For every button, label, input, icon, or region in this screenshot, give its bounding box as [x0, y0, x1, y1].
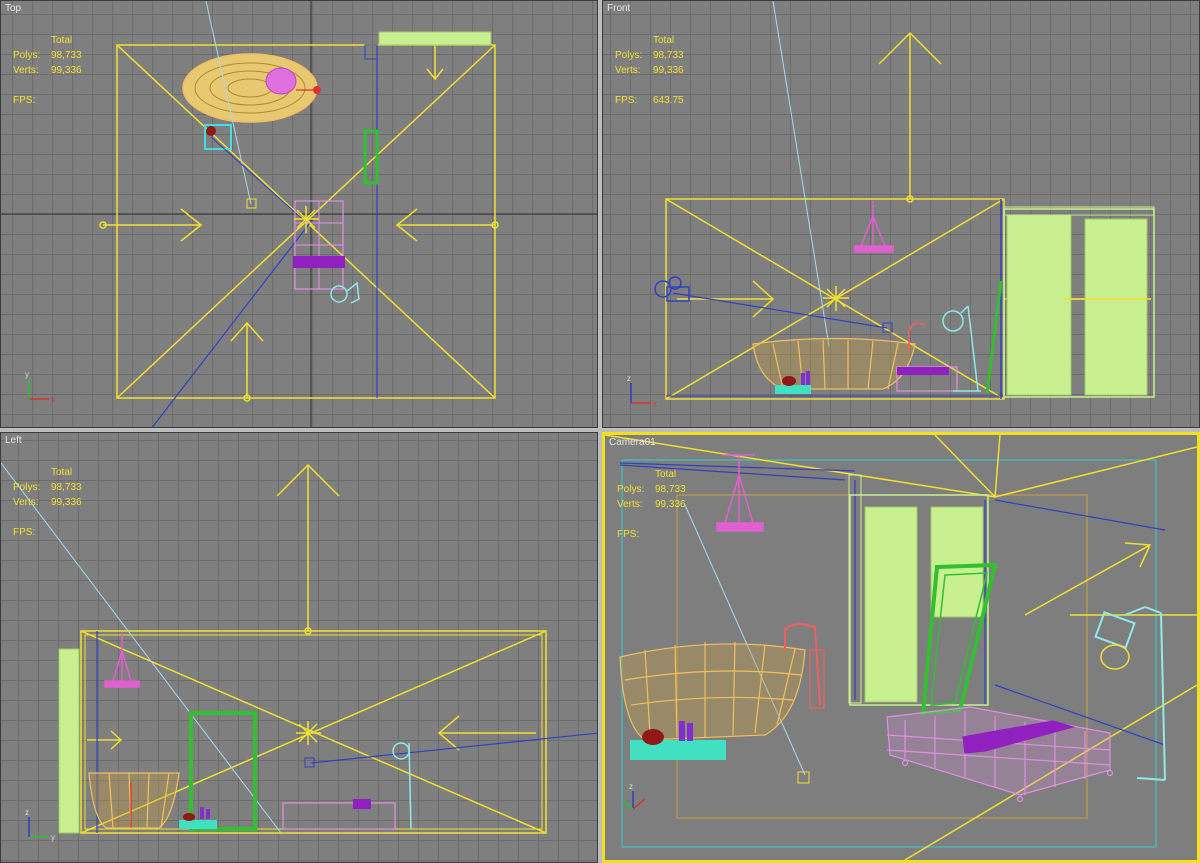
axis-y-label: y [25, 370, 29, 379]
scene-camera[interactable]: z [605, 435, 1197, 860]
stats-overlay-front: Total Polys: 98,733 Verts: 99,336 FPS: 643.… [615, 33, 684, 108]
axis-z-label: z [25, 808, 29, 817]
stats-fps-value: 643.75 [653, 95, 684, 106]
axis-z-label: z [627, 374, 631, 383]
floor-lamp-object[interactable] [942, 305, 981, 392]
viewport-label-left[interactable]: Left [5, 435, 22, 446]
axis-tripod-left: y z [25, 808, 55, 842]
stats-polys-label: Polys: [615, 50, 643, 61]
mirror-object[interactable] [985, 280, 1003, 394]
floor-lamp-object[interactable] [392, 742, 412, 830]
scene-front[interactable]: x z [603, 1, 1200, 428]
stats-fps-label: FPS: [13, 95, 36, 106]
stats-polys-label: Polys: [617, 484, 645, 495]
stats-verts-label: Verts: [13, 497, 39, 508]
viewport-layout: Top Total Polys: 98,733 Verts: 99,336 FPS: [0, 0, 1200, 863]
hanging-lamp-object[interactable] [104, 633, 140, 688]
scene-top[interactable]: x y [1, 1, 598, 428]
stats-polys-value: 98,733 [51, 482, 82, 493]
curtain-object[interactable] [378, 31, 492, 46]
stats-overlay-camera: Total Polys: 98,733 Verts: 99,336 FPS: [617, 467, 686, 542]
bathtub-object[interactable] [88, 772, 180, 829]
viewport-top[interactable]: Top Total Polys: 98,733 Verts: 99,336 FPS: [0, 0, 598, 428]
curtain-object[interactable] [1003, 206, 1155, 398]
stats-polys-label: Polys: [13, 482, 41, 493]
bathtub-object[interactable] [182, 53, 318, 123]
stats-polys-value: 98,733 [51, 50, 82, 61]
accessory-cluster-object[interactable] [179, 807, 217, 829]
axis-x-label: x [51, 395, 55, 404]
viewport-left[interactable]: Left Total Polys: 98,733 Verts: 99,336 FPS… [0, 432, 598, 863]
stats-fps-label: FPS: [615, 95, 638, 106]
stats-verts-label: Verts: [13, 65, 39, 76]
window-frame-object[interactable] [364, 44, 378, 60]
stats-polys-value: 98,733 [653, 50, 684, 61]
axis-z-label: z [629, 782, 633, 791]
viewport-front[interactable]: Front Total Polys: 98,733 Verts: 99,336 FP… [602, 0, 1200, 428]
scene-left[interactable]: y z [1, 433, 598, 863]
stats-total-label: Total [655, 469, 677, 480]
axis-tripod-front: x z [627, 374, 657, 408]
stats-polys-label: Polys: [13, 50, 41, 61]
axis-y-label: y [51, 833, 55, 842]
axis-x-label: x [653, 399, 657, 408]
viewport-label-front[interactable]: Front [607, 3, 630, 14]
rug-object[interactable] [886, 706, 1114, 803]
axis-tripod-camera: z [622, 782, 646, 810]
stats-fps-label: FPS: [13, 527, 36, 538]
curtain-object[interactable] [58, 648, 80, 834]
viewport-camera[interactable]: Camera01 Total Polys: 98,733 Verts: 99,336… [602, 432, 1200, 863]
viewport-label-camera[interactable]: Camera01 [609, 437, 656, 448]
axis-tripod-top: x y [25, 370, 55, 404]
viewport-label-top[interactable]: Top [5, 3, 21, 14]
stats-verts-label: Verts: [617, 499, 643, 510]
camera-target-object[interactable] [797, 771, 810, 784]
stats-total-label: Total [51, 467, 73, 478]
rug-object[interactable] [282, 802, 396, 830]
hanging-lamp-object[interactable] [854, 201, 894, 253]
bathtub-object[interactable] [752, 337, 916, 390]
camera-target-line [772, 1, 830, 347]
stats-verts-value: 99,336 [51, 65, 82, 76]
stats-overlay-left: Total Polys: 98,733 Verts: 99,336 FPS: [13, 465, 82, 540]
camera-line [310, 732, 597, 764]
stats-total-label: Total [653, 35, 675, 46]
camera-object[interactable] [654, 276, 690, 302]
camera-line [151, 218, 314, 427]
stats-fps-label: FPS: [617, 529, 640, 540]
stats-verts-value: 99,336 [653, 65, 684, 76]
stats-overlay-top: Total Polys: 98,733 Verts: 99,336 FPS: [13, 33, 82, 108]
floor-lamp-object[interactable] [330, 281, 360, 304]
stats-verts-value: 99,336 [655, 499, 686, 510]
light-omni-object[interactable] [296, 721, 321, 745]
accessory-cluster-object[interactable] [204, 124, 232, 150]
stats-verts-value: 99,336 [51, 497, 82, 508]
curtain-object[interactable] [848, 474, 989, 706]
stats-polys-value: 98,733 [655, 484, 686, 495]
stats-total-label: Total [51, 35, 73, 46]
bathtub-object[interactable] [619, 641, 806, 741]
stats-verts-label: Verts: [615, 65, 641, 76]
light-omni-object[interactable] [823, 286, 849, 311]
camera-target-object[interactable] [246, 198, 257, 209]
